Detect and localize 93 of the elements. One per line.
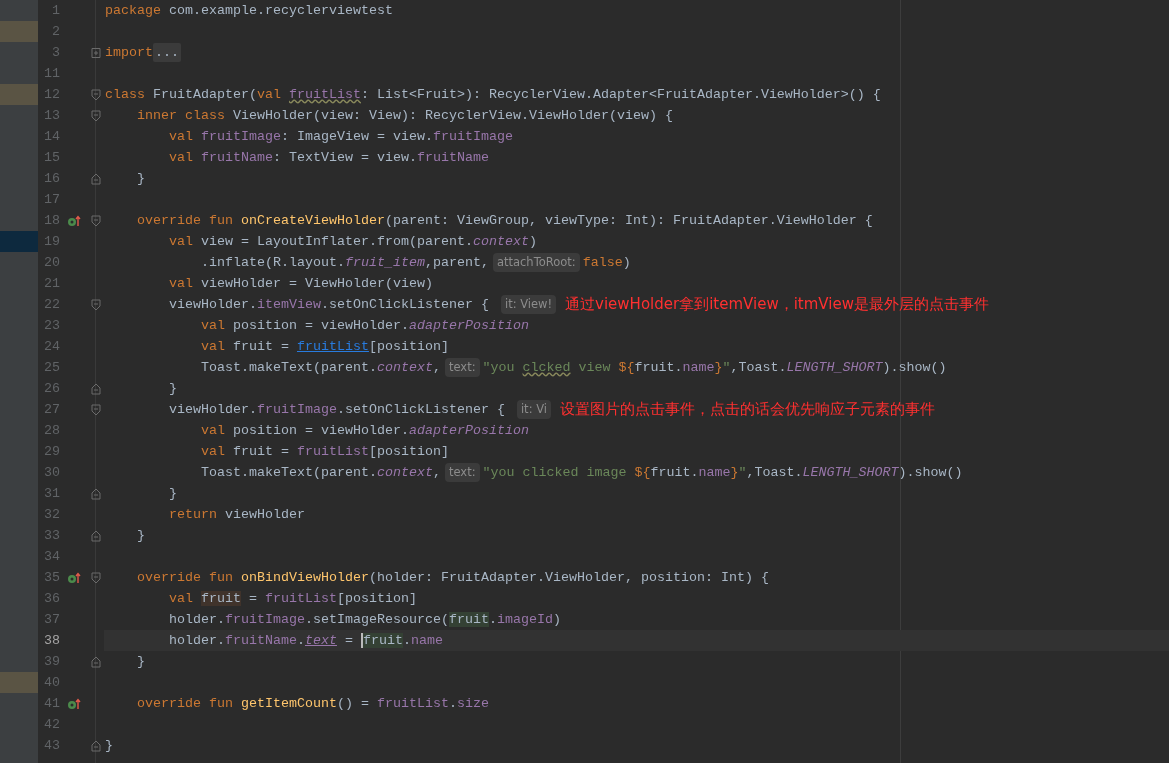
- inlay-hint: attachToRoot:: [492, 252, 580, 273]
- annotation-text: 通过viewHolder拿到itemView，itmView是最外层的点击事件: [565, 294, 989, 316]
- line-number: 36: [43, 589, 60, 608]
- code-line: }: [105, 736, 113, 755]
- code-line: }: [168, 484, 177, 503]
- line-number: 38: [43, 631, 60, 650]
- fold-icon[interactable]: [91, 172, 101, 185]
- line-number: 25: [43, 358, 60, 377]
- line-number: 26: [43, 379, 60, 398]
- fold-icon[interactable]: [91, 403, 101, 416]
- line-number: 35: [43, 568, 60, 587]
- inlay-hint: it: Vi: [516, 399, 551, 420]
- code-line: holder.fruitImage.setImageResource(fruit.imageId): [168, 610, 561, 629]
- code-line: val fruit = fruitList[position]: [199, 337, 449, 356]
- line-number: 12: [43, 85, 60, 104]
- code-line: viewHolder.itemView.setOnClickListener {: [168, 295, 490, 314]
- code-line: }: [136, 652, 145, 671]
- line-number: 31: [43, 484, 60, 503]
- code-line: inner class ViewHolder(view: View): RecyclerView.ViewHolder(view) {: [136, 106, 673, 125]
- expand-icon[interactable]: [91, 46, 101, 59]
- code-line: override fun onCreateViewHolder(parent: ViewGroup, viewType: Int): FruitAdapter.ViewHolder {: [136, 211, 873, 230]
- code-line: val view = LayoutInflater.from(parent.context): [168, 232, 537, 251]
- code-line: val position = viewHolder.adapterPosition: [199, 421, 529, 440]
- fold-icon[interactable]: [91, 487, 101, 500]
- fold-icon[interactable]: [91, 529, 101, 542]
- code-line: return viewHolder: [168, 505, 305, 524]
- line-number: 2: [51, 22, 60, 41]
- fold-icon[interactable]: [91, 88, 101, 101]
- line-number: 42: [43, 715, 60, 734]
- inlay-hint: text:: [444, 357, 480, 378]
- override-icon[interactable]: [67, 214, 81, 227]
- code-line: viewHolder.fruitImage.setOnClickListener {: [168, 400, 506, 419]
- line-number: 18: [43, 211, 60, 230]
- code-line: }: [136, 169, 145, 188]
- line-number: 16: [43, 169, 60, 188]
- code-line: }: [136, 526, 145, 545]
- line-number: 32: [43, 505, 60, 524]
- code-line: val fruitImage: ImageView = view.fruitImage: [168, 127, 513, 146]
- line-number: 27: [43, 400, 60, 419]
- fold-icon[interactable]: [91, 382, 101, 395]
- code-line: "you clcked view ${fruit.name}",Toast.LENGTH_SHORT).show(): [482, 358, 947, 377]
- line-number: 11: [43, 64, 60, 83]
- fold-icon[interactable]: [91, 298, 101, 311]
- line-number: 39: [43, 652, 60, 671]
- line-number: 40: [43, 673, 60, 692]
- code-line: .inflate(R.layout.fruit_item,parent,: [199, 253, 489, 272]
- code-line: val fruit = fruitList[position]: [199, 442, 449, 461]
- line-number: 13: [43, 106, 60, 125]
- line-number: 21: [43, 274, 60, 293]
- override-icon[interactable]: [67, 697, 81, 710]
- annotation-text: 设置图片的点击事件，点击的话会优先响应子元素的事件: [559, 399, 935, 421]
- code-line: false): [582, 253, 631, 272]
- code-line: "you clicked image ${fruit.name}",Toast.LENGTH_SHORT).show(): [482, 463, 963, 482]
- code-line: override fun getItemCount() = fruitList.size: [136, 694, 489, 713]
- line-number: 30: [43, 463, 60, 482]
- code-line: val position = viewHolder.adapterPosition: [199, 316, 529, 335]
- inlay-hint: it: View!: [500, 294, 557, 315]
- code-line: Toast.makeText(parent.context,: [199, 358, 441, 377]
- fold-icon[interactable]: [91, 571, 101, 584]
- line-number: 1: [51, 1, 60, 20]
- code-line: import: [105, 43, 153, 62]
- inlay-hint: text:: [444, 462, 480, 483]
- code-line: Toast.makeText(parent.context,: [199, 463, 441, 482]
- code-line: class FruitAdapter(val fruitList: List<Fruit>): RecyclerView.Adapter<FruitAdapter.ViewHolder>() {: [105, 85, 881, 104]
- folded-code[interactable]: ...: [153, 42, 181, 63]
- override-icon[interactable]: [67, 571, 81, 584]
- line-number: 43: [43, 736, 60, 755]
- fold-icon[interactable]: [91, 739, 101, 752]
- line-number: 19: [43, 232, 60, 251]
- code-line: override fun onBindViewHolder(holder: FruitAdapter.ViewHolder, position: Int) {: [136, 568, 769, 587]
- line-number: 33: [43, 526, 60, 545]
- line-number: 24: [43, 337, 60, 356]
- fold-icon[interactable]: [91, 214, 101, 227]
- code-line: package com.example.recyclerviewtest: [105, 1, 393, 20]
- line-number: 15: [43, 148, 60, 167]
- fold-icon[interactable]: [91, 655, 101, 668]
- code-line: val fruit = fruitList[position]: [168, 589, 417, 608]
- line-number: 17: [43, 190, 60, 209]
- line-number: 29: [43, 442, 60, 461]
- code-line: }: [168, 379, 177, 398]
- line-number: 14: [43, 127, 60, 146]
- line-number: 37: [43, 610, 60, 629]
- line-number: 22: [43, 295, 60, 314]
- line-number: 28: [43, 421, 60, 440]
- line-number: 34: [43, 547, 60, 566]
- code-text: holder.fruitName.text = fruit.name: [168, 631, 443, 650]
- code-line: val viewHolder = ViewHolder(view): [168, 274, 433, 293]
- fold-icon[interactable]: [91, 109, 101, 122]
- code-line: val fruitName: TextView = view.fruitName: [168, 148, 489, 167]
- line-number: 3: [51, 43, 60, 62]
- line-number: 23: [43, 316, 60, 335]
- line-number: 20: [43, 253, 60, 272]
- line-number: 41: [43, 694, 60, 713]
